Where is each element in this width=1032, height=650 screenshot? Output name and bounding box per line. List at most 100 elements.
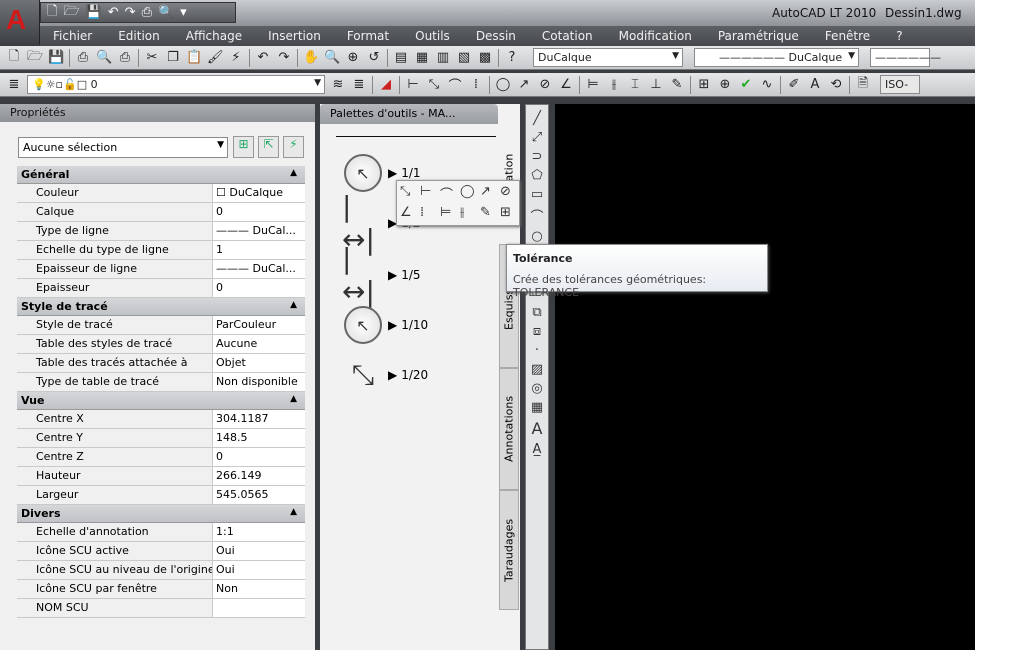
- menu-item[interactable]: Outils: [415, 29, 450, 43]
- dim-edit-text-icon[interactable]: ✐: [786, 77, 802, 92]
- dropdown-icon[interactable]: ▾: [180, 5, 187, 20]
- cut-icon[interactable]: ✂: [144, 50, 160, 65]
- color-combo[interactable]: DuCalque ▼: [533, 48, 683, 67]
- palette-tool[interactable]: |↔| ▶ 1/5: [342, 242, 421, 308]
- flyout-arrow-icon[interactable]: ▶: [388, 166, 397, 180]
- property-value[interactable]: 148.5: [213, 429, 305, 447]
- property-row[interactable]: Icône SCU active Oui: [17, 542, 305, 561]
- arc-icon[interactable]: ⌒: [530, 206, 543, 225]
- angular-icon[interactable]: ∠: [400, 205, 420, 222]
- linear-dimension-icon[interactable]: ⊢: [405, 77, 421, 92]
- linetype-combo[interactable]: —————— DuCalque ▼: [694, 48, 859, 67]
- redo-icon[interactable]: ↷: [125, 5, 136, 20]
- property-value[interactable]: 266.149: [213, 467, 305, 485]
- design-center-icon[interactable]: ▦: [414, 50, 430, 65]
- tab-taraudages[interactable]: Taraudages: [499, 490, 519, 610]
- ordinate-icon[interactable]: ⁞: [420, 205, 440, 222]
- arc-length-icon[interactable]: ⌒: [447, 75, 463, 94]
- property-row[interactable]: Epaisseur de ligne ——— DuCal...: [17, 260, 305, 279]
- property-row[interactable]: Centre Y 148.5: [17, 429, 305, 448]
- property-row[interactable]: Hauteur 266.149: [17, 467, 305, 486]
- property-value[interactable]: 1:1: [213, 523, 305, 541]
- baseline-icon[interactable]: ⊨: [585, 77, 601, 92]
- redo-icon[interactable]: ↷: [276, 50, 292, 65]
- inspect-icon[interactable]: ✔: [738, 77, 754, 92]
- toggle-pickadd-button[interactable]: ⊞: [233, 136, 254, 158]
- insert-block-icon[interactable]: ⧉: [532, 305, 541, 320]
- preview-icon[interactable]: 🔍: [158, 5, 174, 20]
- zoom-window-icon[interactable]: ⊕: [345, 50, 361, 65]
- property-value[interactable]: Aucune: [213, 335, 305, 353]
- property-value[interactable]: 304.1187: [213, 410, 305, 428]
- dim-space-icon[interactable]: ⌶: [627, 77, 643, 92]
- properties-icon[interactable]: ▤: [393, 50, 409, 65]
- property-row[interactable]: Epaisseur 0: [17, 279, 305, 298]
- sheet-set-icon[interactable]: ▧: [456, 50, 472, 65]
- save-icon[interactable]: 💾: [86, 5, 102, 20]
- property-row[interactable]: Icône SCU par fenêtre Non: [17, 580, 305, 599]
- dimstyle-combo[interactable]: ISO-: [880, 75, 920, 94]
- match-properties-icon[interactable]: 🖌: [207, 50, 224, 65]
- tolerance-icon[interactable]: ⊞: [696, 77, 712, 92]
- property-value[interactable]: ParCouleur: [213, 316, 305, 334]
- property-value[interactable]: Objet: [213, 354, 305, 372]
- add-text-icon[interactable]: A̲: [533, 442, 542, 457]
- ordinate-icon[interactable]: ⁞: [468, 77, 484, 92]
- property-value[interactable]: 1: [213, 241, 305, 259]
- publish-icon[interactable]: ⎙: [117, 50, 133, 65]
- collapse-icon[interactable]: ▲: [290, 300, 297, 310]
- make-layer-current-icon[interactable]: ≋: [330, 77, 346, 92]
- calculator-icon[interactable]: ▩: [477, 50, 493, 65]
- property-row[interactable]: NOM SCU: [17, 599, 305, 618]
- collapse-icon[interactable]: ▲: [290, 507, 297, 517]
- property-value[interactable]: ——— DuCal...: [213, 222, 305, 240]
- property-value[interactable]: 0: [213, 203, 305, 221]
- jogged-icon[interactable]: ↗: [480, 184, 500, 205]
- property-value[interactable]: [213, 599, 305, 617]
- dim-break-icon[interactable]: ⊥: [648, 77, 664, 92]
- circle-icon[interactable]: ○: [531, 229, 542, 244]
- region-icon[interactable]: ◎: [531, 381, 542, 396]
- flyout-arrow-icon[interactable]: ▶: [388, 368, 397, 382]
- app-menu-button[interactable]: A: [0, 0, 40, 44]
- section-header[interactable]: Divers ▲: [17, 505, 305, 523]
- tolerance-icon[interactable]: ⊞: [500, 205, 520, 222]
- print-icon[interactable]: ⎙: [142, 5, 152, 20]
- rectangle-icon[interactable]: ▭: [531, 187, 543, 202]
- property-row[interactable]: Echelle d'annotation 1:1: [17, 523, 305, 542]
- print-icon[interactable]: ⎙: [75, 50, 91, 65]
- linear-dimension-icon[interactable]: ⊢: [420, 184, 440, 205]
- layer-combo[interactable]: 💡☼▫🔓□ 0 ▼: [27, 75, 325, 94]
- property-value[interactable]: ☐ DuCalque: [213, 184, 305, 202]
- menu-item[interactable]: Edition: [118, 29, 160, 43]
- open-icon[interactable]: 🗁: [27, 47, 43, 69]
- menu-item[interactable]: Insertion: [268, 29, 321, 43]
- menu-item[interactable]: Format: [347, 29, 389, 43]
- section-header[interactable]: Général ▲: [17, 166, 305, 184]
- diameter-icon[interactable]: ⊘: [500, 184, 520, 205]
- property-value[interactable]: 0: [213, 279, 305, 297]
- menu-item[interactable]: Fichier: [53, 29, 92, 43]
- aligned-dimension-icon[interactable]: ⤡: [400, 184, 420, 205]
- open-icon[interactable]: 🗁: [63, 2, 79, 24]
- continue-icon[interactable]: ⫲: [460, 205, 480, 222]
- block-editor-icon[interactable]: ⚡: [228, 50, 244, 65]
- help-icon[interactable]: ?: [504, 50, 520, 65]
- new-icon[interactable]: 🗋: [6, 47, 22, 69]
- property-row[interactable]: Centre X 304.1187: [17, 410, 305, 429]
- diameter-icon[interactable]: ⊘: [537, 77, 553, 92]
- aligned-dimension-icon[interactable]: ⤡: [426, 77, 442, 92]
- flyout-arrow-icon[interactable]: ▶: [388, 318, 397, 332]
- menu-item[interactable]: ?: [896, 29, 902, 43]
- collapse-icon[interactable]: ▲: [290, 394, 297, 404]
- center-mark-icon[interactable]: ⊕: [717, 77, 733, 92]
- quick-select-button[interactable]: ⚡: [283, 136, 304, 158]
- property-value[interactable]: Oui: [213, 561, 305, 579]
- palette-tool[interactable]: ⤡ ▶ 1/20: [342, 354, 428, 396]
- property-value[interactable]: Oui: [213, 542, 305, 560]
- baseline-icon[interactable]: ⊨: [440, 205, 460, 222]
- polygon-icon[interactable]: ⬠: [531, 168, 542, 183]
- zoom-icon[interactable]: 🔍: [324, 50, 340, 65]
- palette-tool[interactable]: ↖ ▶ 1/10: [342, 304, 428, 346]
- continue-icon[interactable]: ⫲: [606, 77, 622, 92]
